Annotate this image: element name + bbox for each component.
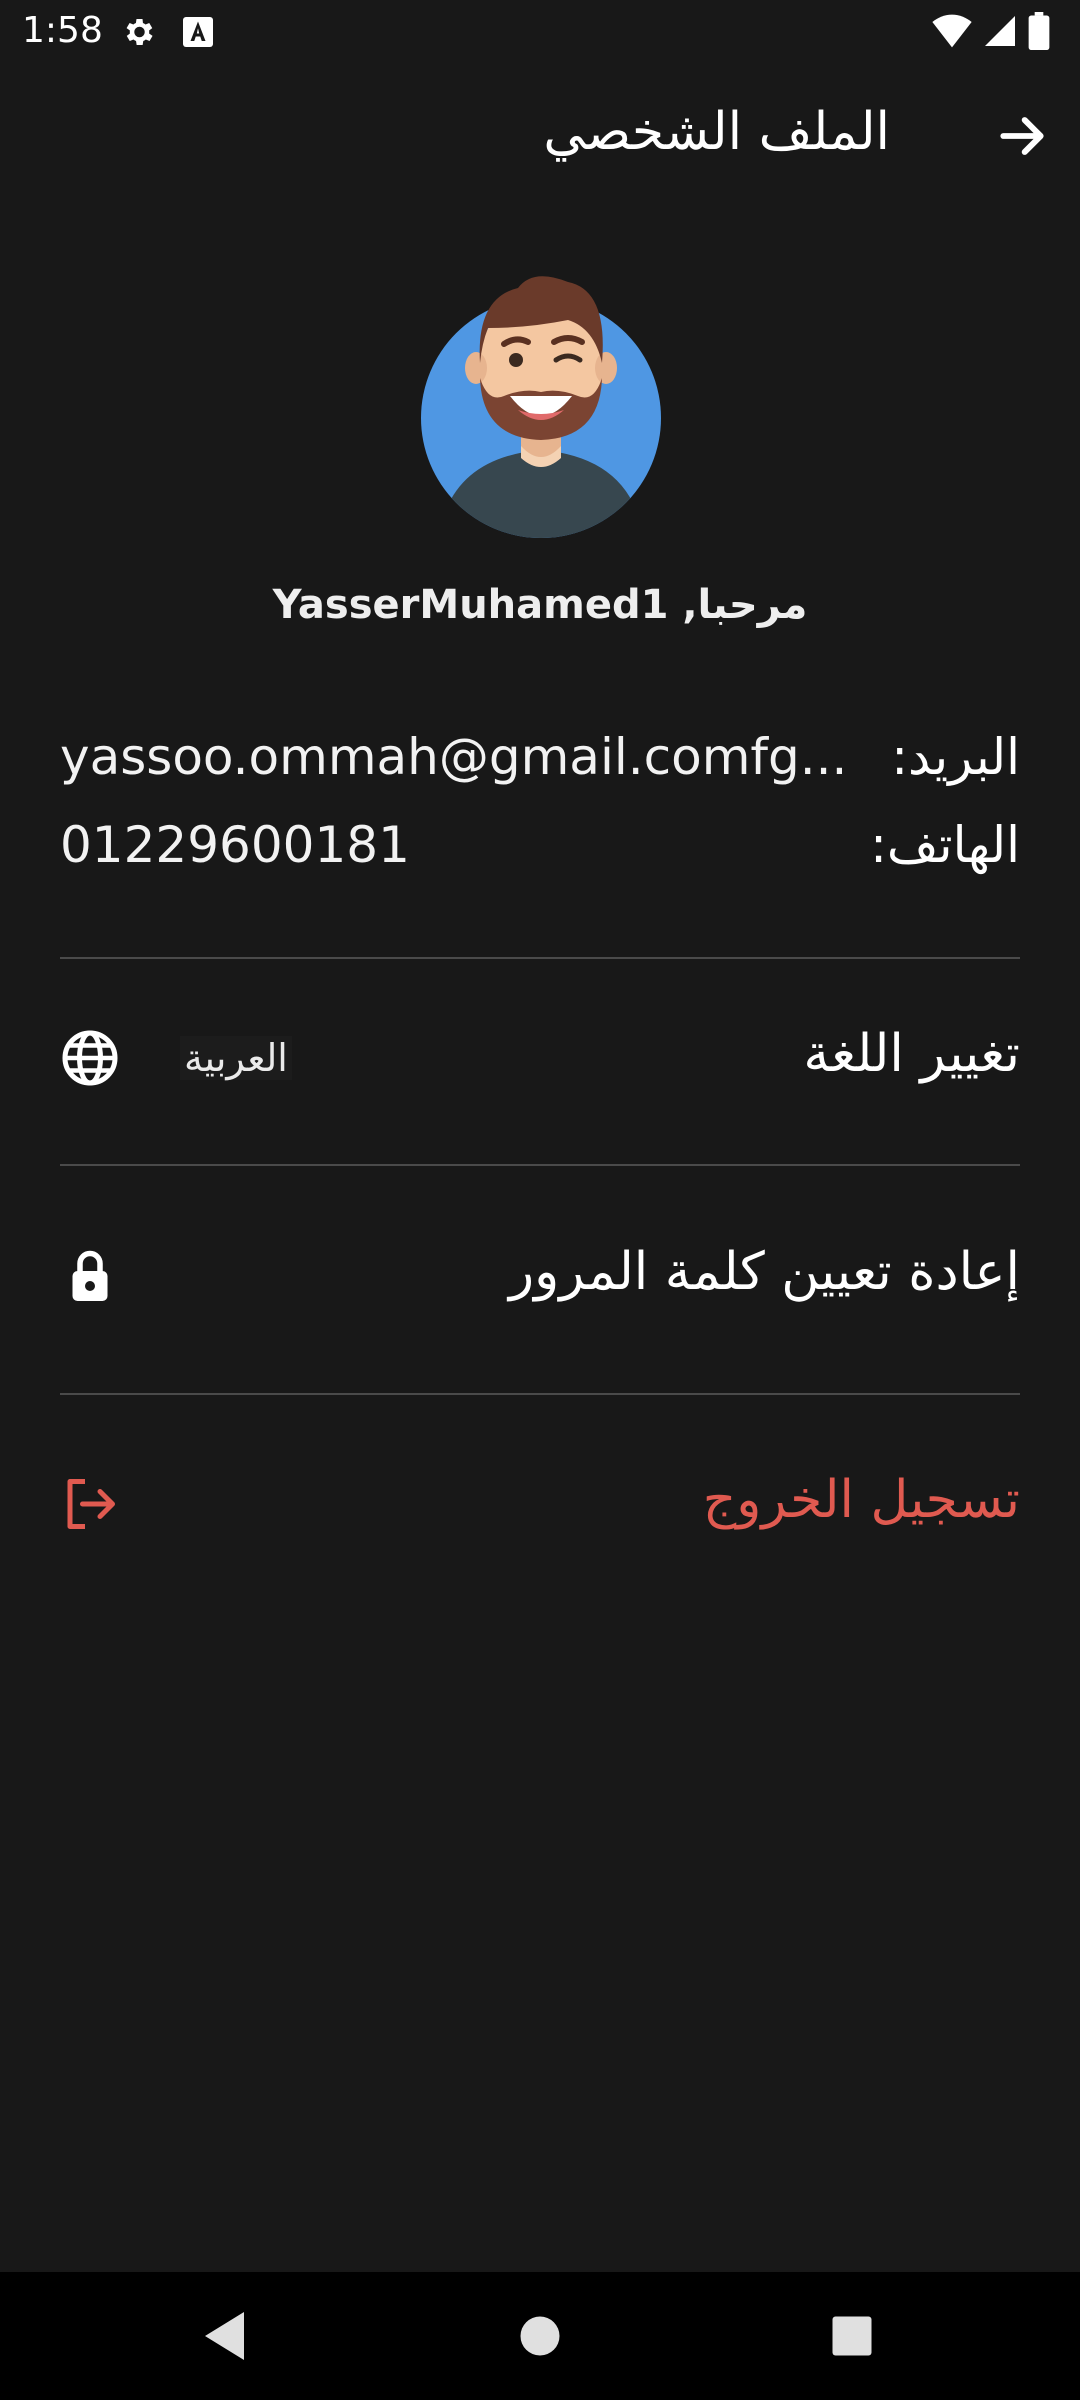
- wifi-icon: [932, 14, 972, 48]
- change-language-label: تغيير اللغة: [803, 1024, 1020, 1084]
- phone-label: الهاتف:: [870, 816, 1020, 874]
- divider: [60, 1393, 1020, 1395]
- reset-password-row[interactable]: إعادة تعيين كلمة المرور: [60, 1228, 1020, 1318]
- logout-row[interactable]: تسجيل الخروج: [60, 1456, 1020, 1546]
- divider: [60, 957, 1020, 959]
- page-title: الملف الشخصي: [543, 102, 890, 162]
- font-a-icon: [183, 17, 213, 47]
- app-bar: الملف الشخصي: [0, 90, 1080, 186]
- globe-icon: [62, 1030, 118, 1086]
- status-time: 1:58: [22, 10, 103, 51]
- email-row: البريد: yassoo.ommah@gmail.comfg...: [60, 728, 1020, 798]
- phone-value: 01229600181: [60, 816, 410, 874]
- battery-icon: [1028, 12, 1050, 50]
- settings-icon: [126, 18, 153, 46]
- status-bar: 1:58: [0, 0, 1080, 64]
- home-circle-icon[interactable]: [504, 2300, 576, 2372]
- reset-password-label: إعادة تعيين كلمة المرور: [508, 1242, 1020, 1302]
- back-triangle-icon[interactable]: [190, 2300, 262, 2372]
- arrow-right-icon[interactable]: [990, 104, 1054, 168]
- divider: [60, 1164, 1020, 1166]
- lock-icon: [72, 1250, 108, 1301]
- logout-label: تسجيل الخروج: [702, 1470, 1020, 1530]
- current-language[interactable]: العربية: [180, 1036, 292, 1080]
- avatar: [421, 276, 661, 538]
- greeting: YasserMuhamed1 ,مرحبا: [272, 582, 808, 628]
- system-nav-bar: [0, 2272, 1080, 2400]
- email-label: البريد:: [891, 728, 1020, 786]
- recents-square-icon[interactable]: [816, 2300, 888, 2372]
- logout-icon: [67, 1479, 115, 1529]
- change-language-row[interactable]: تغيير اللغة العربية: [60, 1010, 1020, 1100]
- status-right-icons: [932, 12, 1050, 50]
- signal-icon: [985, 16, 1015, 46]
- phone-row: الهاتف: 01229600181: [60, 816, 1020, 886]
- email-value: yassoo.ommah@gmail.comfg...: [60, 728, 848, 786]
